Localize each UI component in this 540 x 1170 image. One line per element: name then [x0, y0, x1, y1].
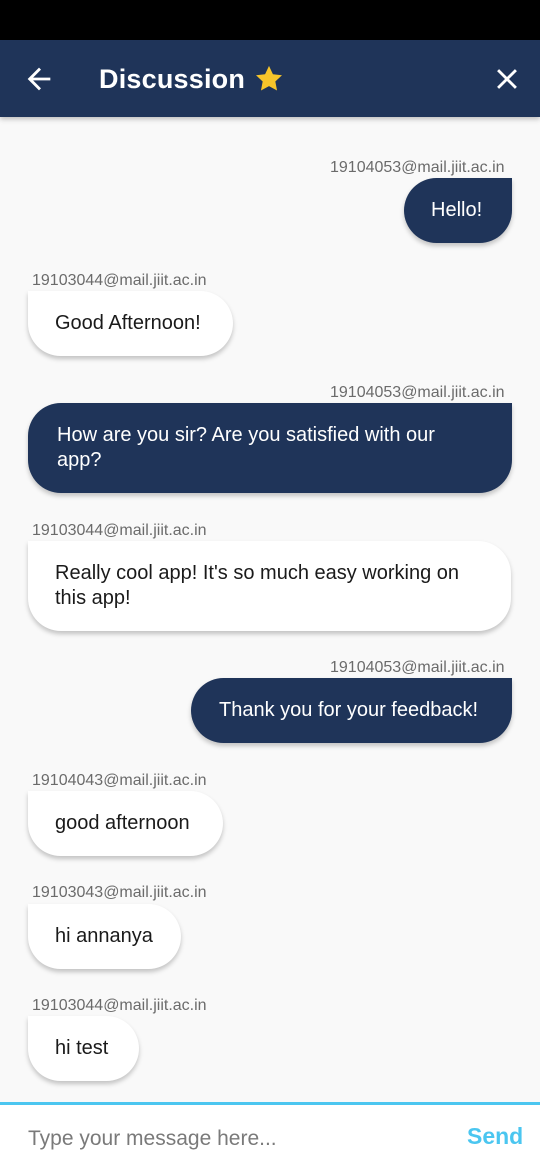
message-bubble[interactable]: hi test: [28, 1016, 139, 1081]
close-icon: [497, 69, 517, 89]
message-input[interactable]: [28, 1119, 428, 1159]
message-text: Thank you for your feedback!: [219, 699, 479, 721]
message-bubble[interactable]: Really cool app! It's so much easy worki…: [28, 541, 511, 631]
message-text: Good Afternoon!: [55, 312, 201, 334]
message-text: good afternoon: [55, 812, 190, 834]
back-button[interactable]: [22, 62, 56, 96]
message-bubble[interactable]: Thank you for your feedback!: [191, 678, 512, 743]
message-text: hi test: [55, 1037, 109, 1059]
message-sender: 19103044@mail.jiit.ac.in: [32, 272, 207, 289]
close-button[interactable]: [490, 62, 524, 96]
message-text: hi annanya: [55, 925, 153, 947]
message-bubble[interactable]: good afternoon: [28, 791, 223, 856]
message-sender: 19104053@mail.jiit.ac.in: [330, 659, 505, 676]
message-text-line: this app!: [55, 587, 131, 609]
app-bar: Discussion: [0, 40, 540, 117]
message-bubble[interactable]: How are you sir? Are you satisfied with …: [28, 403, 512, 493]
message-sender: 19103044@mail.jiit.ac.in: [32, 522, 207, 539]
message-list[interactable]: 19104053@mail.jiit.ac.in Hello! 19103044…: [0, 117, 540, 1102]
message-sender: 19103044@mail.jiit.ac.in: [32, 997, 207, 1014]
message-sender: 19104053@mail.jiit.ac.in: [330, 159, 505, 176]
message-bubble[interactable]: Hello!: [404, 178, 512, 243]
message-sender: 19104043@mail.jiit.ac.in: [32, 772, 207, 789]
message-text: Hello!: [431, 199, 483, 221]
message-bubble[interactable]: Good Afternoon!: [28, 291, 233, 356]
arrow-left-icon: [27, 67, 51, 91]
message-text-line: app?: [57, 449, 102, 471]
message-bubble[interactable]: hi annanya: [28, 904, 181, 969]
star-icon: [256, 65, 283, 91]
title-area: Discussion: [99, 60, 285, 98]
status-bar: [0, 0, 540, 40]
page-title: Discussion: [99, 63, 246, 94]
message-composer: Send: [0, 1102, 540, 1170]
message-text-line: How are you sir? Are you satisfied with …: [57, 424, 435, 446]
message-sender: 19104053@mail.jiit.ac.in: [330, 384, 505, 401]
send-button[interactable]: Send: [467, 1123, 523, 1150]
message-sender: 19103043@mail.jiit.ac.in: [32, 884, 207, 901]
message-text-line: Really cool app! It's so much easy worki…: [55, 562, 460, 584]
